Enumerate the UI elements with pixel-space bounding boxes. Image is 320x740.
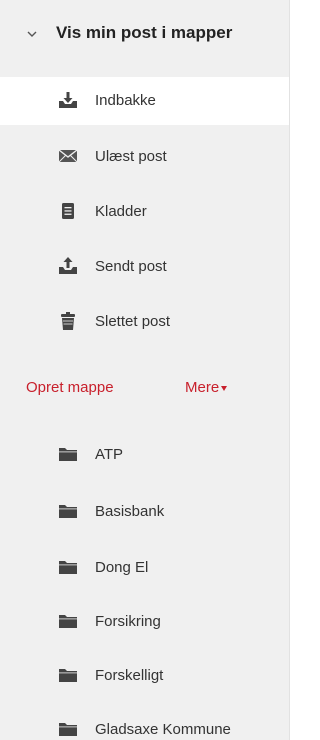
folder-item-gladsaxe-kommune[interactable]: Gladsaxe Kommune [0, 706, 289, 740]
folder-item-label: Ulæst post [95, 148, 167, 165]
folder-icon [59, 615, 77, 628]
scrollbar-track[interactable] [289, 0, 299, 740]
folder-view-title: Vis min post i mapper [56, 23, 233, 42]
folder-item-label: Slettet post [95, 313, 171, 330]
folder-item-ulaest-post[interactable]: Ulæst post [0, 133, 289, 181]
document-lines-icon [62, 203, 74, 219]
folder-item-label: Gladsaxe Kommune [95, 721, 231, 738]
mailbox-folder-panel: Vis min post i mapper Indbakke Ulæst pos… [0, 0, 289, 740]
chevron-down-icon[interactable] [26, 28, 38, 40]
folder-item-forsikring[interactable]: Forsikring [0, 598, 289, 646]
folder-item-atp[interactable]: ATP [0, 431, 289, 479]
folder-item-basisbank[interactable]: Basisbank [0, 488, 289, 536]
folder-icon [59, 669, 77, 682]
folder-item-label: Forsikring [95, 613, 161, 630]
more-menu-button[interactable]: Mere [185, 379, 228, 396]
folder-item-label: Kladder [95, 203, 147, 220]
folder-item-forskelligt[interactable]: Forskelligt [0, 652, 289, 700]
caret-down-icon [221, 385, 228, 391]
folder-item-kladder[interactable]: Kladder [0, 188, 289, 236]
envelope-icon [58, 149, 78, 163]
folder-item-sendt-post[interactable]: Sendt post [0, 243, 289, 291]
folder-icon [59, 448, 77, 461]
folder-icon [59, 505, 77, 518]
folder-item-label: Sendt post [95, 258, 167, 275]
create-folder-link[interactable]: Opret mappe [26, 379, 114, 396]
folder-item-slettet-post[interactable]: Slettet post [0, 298, 289, 346]
folder-actions: Opret mappe Mere [0, 372, 289, 406]
more-menu-label: Mere [185, 379, 220, 396]
folder-item-label: Forskelligt [95, 667, 164, 684]
folder-item-indbakke[interactable]: Indbakke [0, 77, 289, 125]
folder-item-label: Indbakke [95, 92, 156, 109]
folder-item-dong-el[interactable]: Dong El [0, 544, 289, 592]
trash-can-icon [61, 312, 75, 330]
folder-icon [59, 561, 77, 574]
inbox-download-icon [59, 92, 77, 108]
folder-view-header[interactable]: Vis min post i mapper [0, 0, 289, 68]
outbox-upload-icon [59, 257, 77, 274]
folder-item-label: Basisbank [95, 503, 165, 520]
folder-item-label: Dong El [95, 559, 149, 576]
folder-icon [59, 723, 77, 736]
folder-item-label: ATP [95, 446, 124, 463]
